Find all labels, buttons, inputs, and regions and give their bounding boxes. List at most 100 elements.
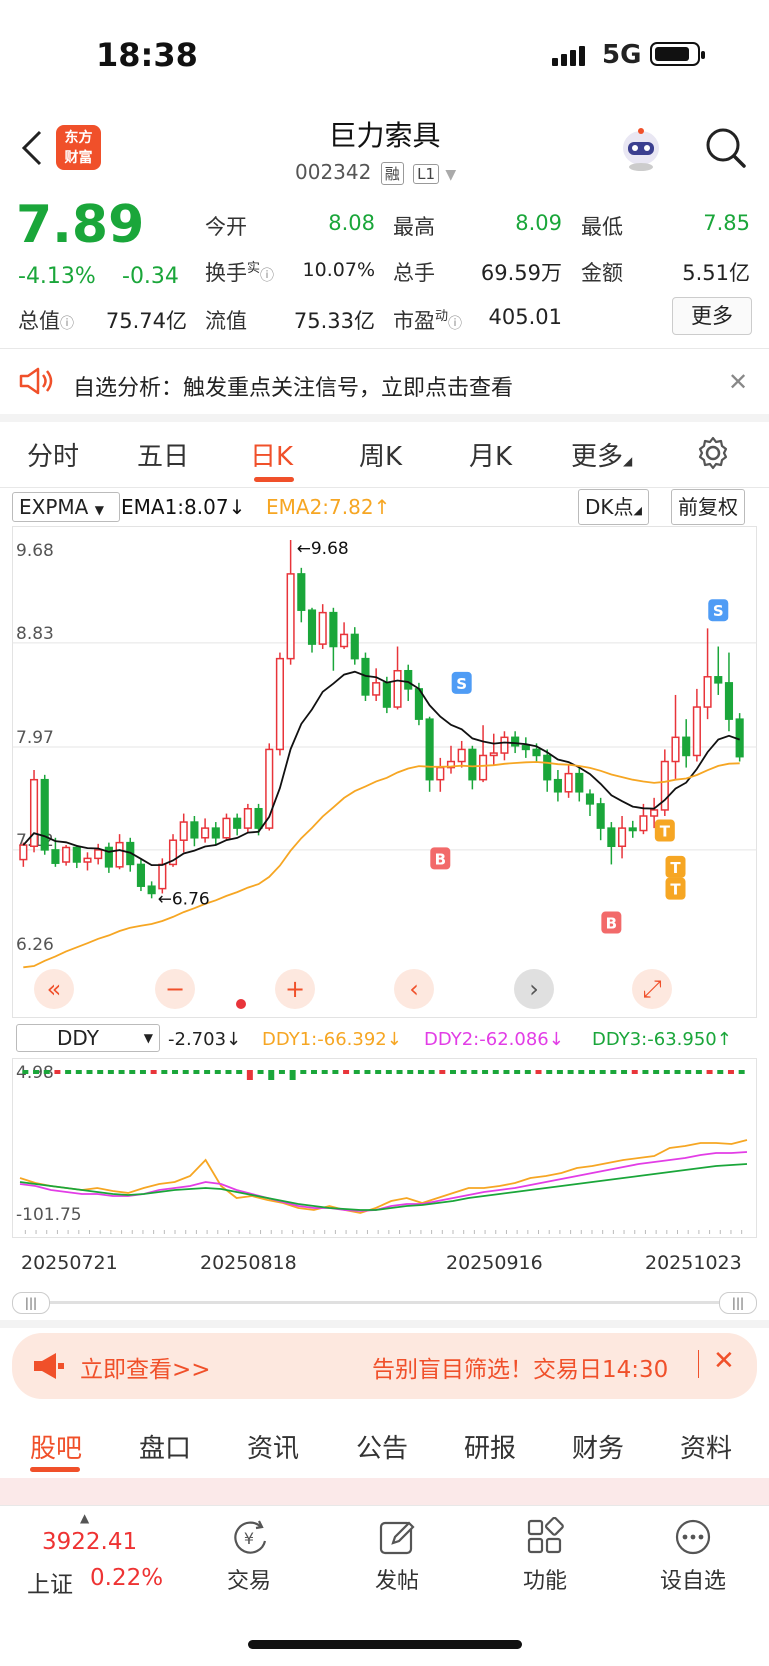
speaker-icon (18, 366, 54, 400)
ddy-bar (492, 1070, 499, 1074)
ddy-bar (631, 1070, 638, 1074)
index-value[interactable]: 3922.41 (42, 1529, 137, 1555)
ddy-bar (225, 1070, 232, 1074)
divider (0, 487, 769, 488)
ddy-bar (343, 1070, 350, 1074)
candle-body (500, 736, 509, 754)
ddy-bar (738, 1070, 745, 1074)
adjust-button[interactable]: 前复权 (671, 489, 745, 525)
x-label: 20250916 (446, 1252, 543, 1274)
candle-body (607, 827, 616, 848)
ddy-bar (396, 1070, 403, 1074)
settings-gear-icon[interactable] (696, 436, 730, 474)
candle-body (489, 752, 498, 757)
alert-text[interactable]: 自选分析：触发重点关注信号，立即点击查看 (73, 370, 513, 402)
nav-functions[interactable]: 功能 (495, 1516, 595, 1595)
candle-body (382, 682, 391, 708)
ddy-bar (150, 1070, 157, 1074)
candle-body (703, 676, 712, 708)
ddy-bar (193, 1070, 200, 1074)
stock-code-row[interactable]: 002342 融 L1 ▼ (295, 160, 456, 185)
ddy-bar (503, 1070, 510, 1074)
candle-body (254, 807, 263, 829)
tab-profile[interactable]: 资料 (680, 1428, 732, 1465)
ddy-bar (278, 1070, 285, 1074)
close-icon[interactable]: ✕ (713, 1346, 735, 1376)
tab-guba[interactable]: 股吧 (30, 1428, 82, 1465)
candle-body (62, 846, 71, 863)
tab-weekly-k[interactable]: 周K (359, 436, 402, 473)
chart-control-icon: ⤢ (642, 975, 661, 1003)
ddy-bar (482, 1070, 489, 1074)
assistant-robot-icon[interactable] (618, 126, 664, 172)
chart-scrollbar[interactable]: ||| ||| (12, 1292, 757, 1314)
megaphone-icon (32, 1351, 66, 1385)
nav-trade[interactable]: ¥ 交易 (199, 1517, 299, 1595)
tab-research[interactable]: 研报 (464, 1428, 516, 1465)
margin-tag: 融 (380, 162, 404, 185)
close-icon[interactable]: ✕ (728, 368, 748, 396)
ddy-bar (385, 1070, 392, 1074)
tab-5day[interactable]: 五日 (137, 436, 189, 473)
scroll-handle-left[interactable]: ||| (12, 1292, 50, 1314)
tab-pankou[interactable]: 盘口 (139, 1428, 191, 1465)
edit-icon (379, 1521, 415, 1555)
tab-notices[interactable]: 公告 (356, 1428, 408, 1465)
mktcap-value: 75.74亿 (105, 309, 187, 333)
trade-icon: ¥ (234, 1520, 267, 1554)
candle-body (543, 754, 552, 781)
nav-post[interactable]: 发帖 (347, 1517, 447, 1595)
tab-finance[interactable]: 财务 (572, 1428, 624, 1465)
tab-more[interactable]: 更多◢ (571, 436, 632, 473)
sub-indicator-select[interactable]: DDY ▼ (16, 1024, 160, 1052)
main-indicator-select[interactable]: EXPMA ▼ (12, 492, 120, 522)
tab-monthly-k[interactable]: 月K (469, 436, 512, 473)
ddy-bar (172, 1070, 179, 1074)
scroll-handle-right[interactable]: ||| (719, 1292, 757, 1314)
nav-watchlist[interactable]: 设自选 (643, 1517, 743, 1595)
low-value: 7.85 (703, 211, 750, 235)
tab-active-indicator (254, 477, 294, 482)
ddy-bar (556, 1070, 563, 1074)
high-value: 8.09 (515, 211, 562, 235)
ddy-bar (460, 1070, 467, 1074)
open-label: 今开 (205, 215, 247, 239)
ddy-bar (364, 1070, 371, 1074)
ddy3-line (19, 1163, 748, 1211)
network-label: 5G (602, 40, 642, 70)
ddy-bar (439, 1070, 446, 1074)
candle-body (564, 772, 573, 793)
ddy-bar (353, 1070, 360, 1074)
candle-body (724, 682, 734, 720)
kline-chart[interactable]: 9.688.837.977.126.26←9.68←6.76BSBTTTS«−+… (12, 526, 757, 1018)
promo-link[interactable]: 立即查看>> (80, 1350, 211, 1384)
search-icon[interactable] (705, 127, 747, 169)
dk-point-button[interactable]: DK点◢ (578, 489, 649, 525)
ddy-bar (567, 1070, 574, 1074)
candle-body (671, 736, 680, 763)
candle-body (147, 885, 156, 895)
more-quote-button[interactable]: 更多 (672, 297, 752, 335)
ddy-bar (268, 1070, 275, 1080)
candle-body (136, 863, 146, 887)
candle-body (201, 827, 210, 839)
max-price-label: ←9.68 (297, 539, 349, 559)
sub-y-tick-label: -101.75 (16, 1205, 82, 1225)
tab-daily-k[interactable]: 日K (250, 436, 293, 473)
ddy1-value: DDY1:-66.392↓ (262, 1029, 402, 1050)
ddy-bar (663, 1070, 670, 1074)
tab-intraday[interactable]: 分时 (27, 436, 79, 473)
ddy-bar (321, 1070, 328, 1074)
change-amount: -0.34 (122, 264, 179, 289)
ddy-chart[interactable]: 4.98-101.75 (12, 1058, 757, 1238)
candle-body (340, 633, 349, 648)
candle-body (457, 748, 466, 763)
candle-body (468, 748, 477, 781)
candle-body (479, 754, 488, 781)
turnover-label: 换手实ⓘ (205, 261, 275, 285)
candle-body (714, 676, 723, 684)
candle-body (436, 766, 445, 781)
ddy-bar (599, 1070, 606, 1074)
ddy-bar (621, 1070, 628, 1074)
tab-news[interactable]: 资讯 (247, 1428, 299, 1465)
